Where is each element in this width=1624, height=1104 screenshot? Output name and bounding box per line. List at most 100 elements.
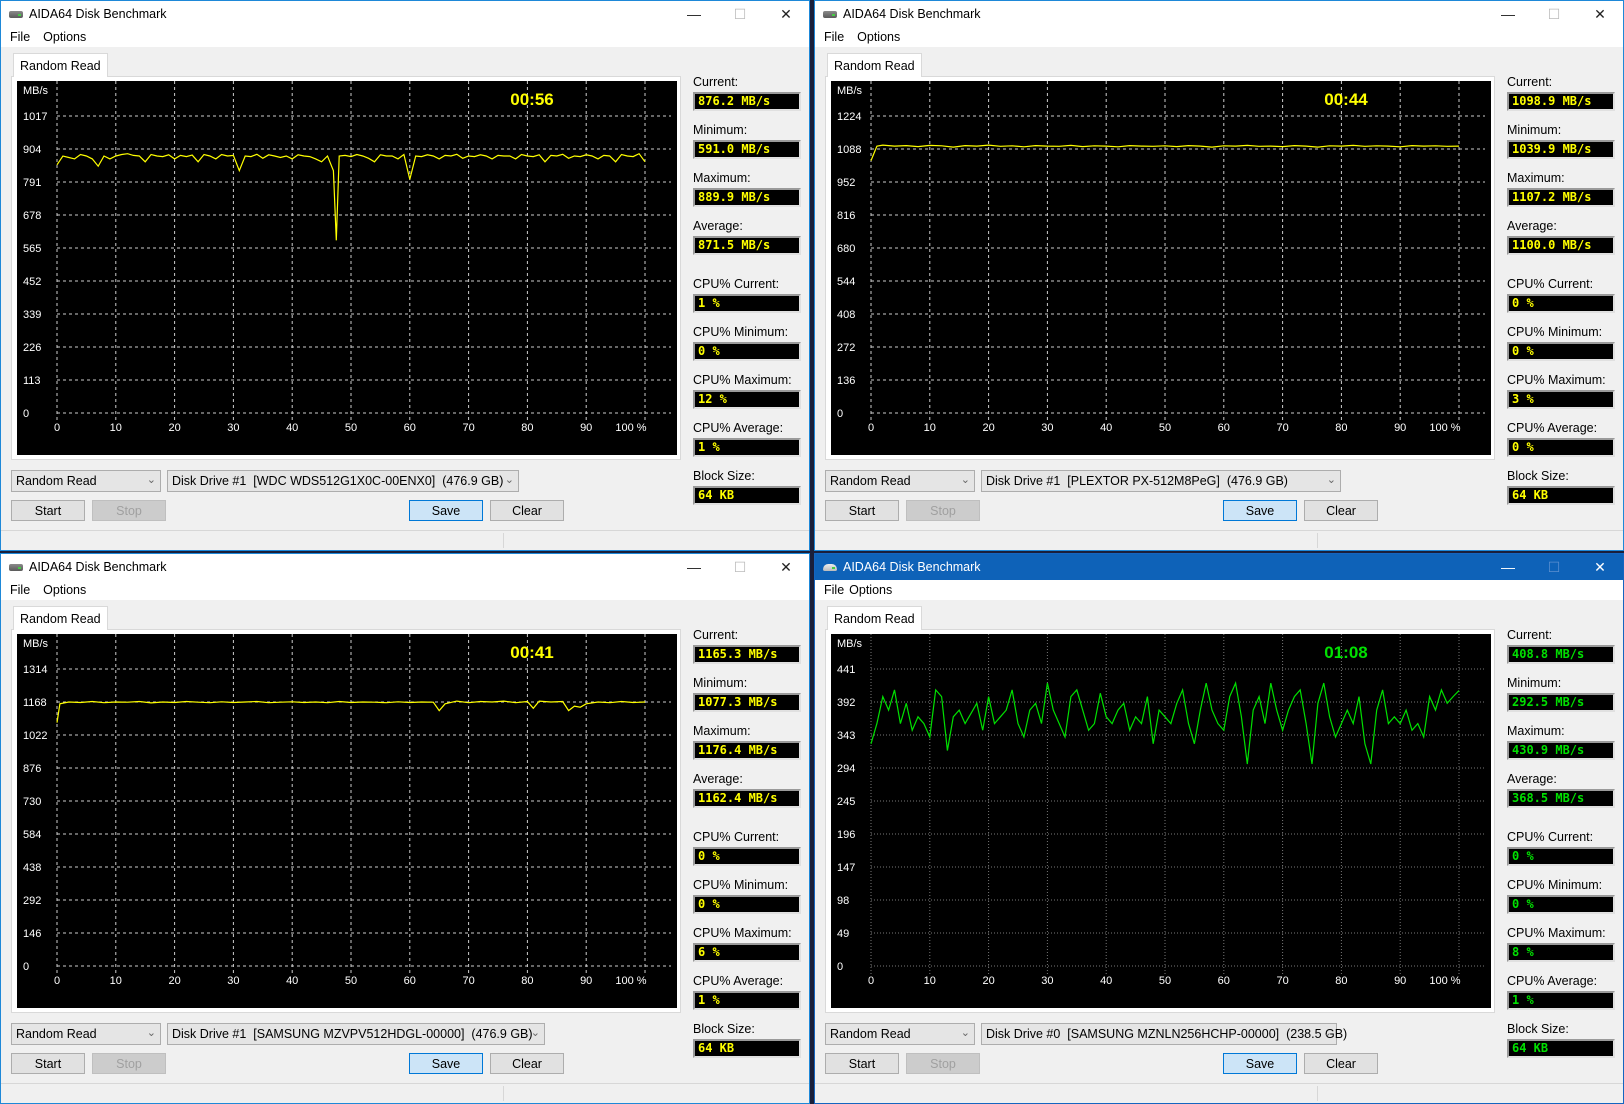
clear-button[interactable]: Clear — [490, 500, 564, 521]
graph-svg: 0 49 98 147 196 245 294 343 392 441 MB/s 0 10 20 30 40 5… — [837, 634, 1485, 987]
save-button[interactable]: Save — [409, 1053, 483, 1074]
disk-drive-icon — [823, 10, 837, 18]
graph-svg: 0 146 292 438 584 730 876 1022 1168 1314 MB/s 0 10 20… — [23, 634, 671, 987]
block-size-label: Block Size: — [1507, 1022, 1569, 1036]
maximize-button[interactable]: ☐ — [1531, 554, 1577, 580]
title-bar[interactable]: AIDA64 Disk Benchmark — ☐ ✕ — [815, 554, 1623, 580]
drive-select[interactable]: Disk Drive #1 [SAMSUNG MZVPV512HDGL-0000… — [167, 1023, 545, 1045]
stop-button[interactable]: Stop — [92, 500, 166, 521]
current-value: 408.8 MB/s — [1507, 645, 1615, 664]
clear-button[interactable]: Clear — [1304, 1053, 1378, 1074]
tab-random-read[interactable]: Random Read — [13, 53, 108, 77]
block-size-label: Block Size: — [693, 1022, 755, 1036]
maximum-value: 889.9 MB/s — [693, 188, 801, 207]
y-tick-label: 113 — [23, 375, 41, 387]
minimum-value: 292.5 MB/s — [1507, 693, 1615, 712]
minimum-label: Minimum: — [1507, 123, 1562, 137]
maximize-button[interactable]: ☐ — [1531, 1, 1577, 27]
y-tick-label: 136 — [837, 375, 855, 387]
menu-file[interactable]: File — [10, 30, 30, 44]
close-button[interactable]: ✕ — [1577, 554, 1623, 580]
window-title: AIDA64 Disk Benchmark — [843, 560, 981, 574]
start-button[interactable]: Start — [825, 1053, 899, 1074]
x-tick-label: 70 — [462, 975, 474, 987]
cpu-average-value: 0 % — [1507, 438, 1615, 457]
start-button[interactable]: Start — [11, 500, 85, 521]
benchmark-window-2: AIDA64 Disk Benchmark — ☐ ✕ File Options… — [814, 0, 1624, 551]
drive-select[interactable]: Disk Drive #1 [PLEXTOR PX-512M8PeG] (476… — [981, 470, 1341, 492]
elapsed-timer: 00:44 — [1324, 90, 1368, 109]
block-size-value: 64 KB — [1507, 486, 1615, 505]
start-button[interactable]: Start — [825, 500, 899, 521]
minimize-button[interactable]: — — [1485, 554, 1531, 580]
y-tick-label: 438 — [23, 862, 41, 874]
stop-button[interactable]: Stop — [906, 1053, 980, 1074]
cpu-minimum-value: 0 % — [693, 895, 801, 914]
title-bar[interactable]: AIDA64 Disk Benchmark — ☐ ✕ — [1, 554, 809, 580]
graph-svg: 0 136 272 408 544 680 816 952 1088 1224 MB/s 0 10 20 3… — [837, 81, 1485, 434]
y-tick-label: 565 — [23, 243, 41, 255]
x-tick-label: 10 — [924, 975, 936, 987]
x-tick-label: 100 % — [1429, 975, 1460, 987]
menu-options[interactable]: Options — [43, 583, 86, 597]
save-button[interactable]: Save — [1223, 1053, 1297, 1074]
menu-file[interactable]: File — [824, 583, 844, 597]
status-bar — [815, 530, 1623, 550]
x-tick-label: 50 — [1159, 422, 1171, 434]
clear-button[interactable]: Clear — [490, 1053, 564, 1074]
minimize-button[interactable]: — — [671, 554, 717, 580]
clear-button[interactable]: Clear — [1304, 500, 1378, 521]
average-label: Average: — [1507, 772, 1557, 786]
chevron-down-icon: ⌄ — [504, 474, 514, 486]
close-button[interactable]: ✕ — [763, 554, 809, 580]
menu-options[interactable]: Options — [857, 30, 900, 44]
menu-file[interactable]: File — [824, 30, 844, 44]
cpu-minimum-label: CPU% Minimum: — [693, 878, 789, 892]
cpu-current-label: CPU% Current: — [693, 830, 780, 844]
test-type-value: Random Read — [16, 474, 97, 488]
test-type-select[interactable]: Random Read ⌄ — [825, 470, 975, 492]
drive-value: Disk Drive #0 [SAMSUNG MZNLN256HCHP-0000… — [986, 1027, 1348, 1041]
stop-button[interactable]: Stop — [906, 500, 980, 521]
cpu-average-value: 1 % — [693, 438, 801, 457]
cpu-maximum-label: CPU% Maximum: — [693, 373, 792, 387]
y-tick-label: 904 — [23, 144, 41, 156]
current-value: 1165.3 MB/s — [693, 645, 801, 664]
title-bar[interactable]: AIDA64 Disk Benchmark — ☐ ✕ — [1, 1, 809, 27]
tab-random-read[interactable]: Random Read — [827, 606, 922, 630]
minimize-button[interactable]: — — [1485, 1, 1531, 27]
close-button[interactable]: ✕ — [763, 1, 809, 27]
x-tick-label: 40 — [286, 975, 298, 987]
minimum-value: 591.0 MB/s — [693, 140, 801, 159]
start-button[interactable]: Start — [11, 1053, 85, 1074]
save-button[interactable]: Save — [409, 500, 483, 521]
minimize-button[interactable]: — — [671, 1, 717, 27]
cpu-maximum-label: CPU% Maximum: — [1507, 373, 1606, 387]
tab-random-read[interactable]: Random Read — [827, 53, 922, 77]
tab-random-read[interactable]: Random Read — [13, 606, 108, 630]
close-button[interactable]: ✕ — [1577, 1, 1623, 27]
chevron-down-icon: ⌄ — [146, 1027, 156, 1039]
stop-button[interactable]: Stop — [92, 1053, 166, 1074]
save-button[interactable]: Save — [1223, 500, 1297, 521]
status-separator — [503, 1086, 504, 1101]
x-tick-label: 0 — [868, 975, 874, 987]
chevron-down-icon: ⌄ — [146, 474, 156, 486]
x-tick-label: 90 — [1394, 975, 1406, 987]
test-type-select[interactable]: Random Read ⌄ — [825, 1023, 975, 1045]
drive-select[interactable]: Disk Drive #0 [SAMSUNG MZNLN256HCHP-0000… — [981, 1023, 1347, 1045]
menu-file[interactable]: File — [10, 583, 30, 597]
window-title: AIDA64 Disk Benchmark — [29, 560, 167, 574]
y-tick-label: 339 — [23, 309, 41, 321]
cpu-minimum-label: CPU% Minimum: — [1507, 878, 1603, 892]
test-type-select[interactable]: Random Read ⌄ — [11, 470, 161, 492]
maximize-button[interactable]: ☐ — [717, 554, 763, 580]
menu-options[interactable]: Options — [43, 30, 86, 44]
drive-select[interactable]: Disk Drive #1 [WDC WDS512G1X0C-00ENX0] (… — [167, 470, 519, 492]
cpu-average-label: CPU% Average: — [1507, 974, 1598, 988]
title-bar[interactable]: AIDA64 Disk Benchmark — ☐ ✕ — [815, 1, 1623, 27]
test-type-select[interactable]: Random Read ⌄ — [11, 1023, 161, 1045]
menu-options[interactable]: Options — [849, 583, 892, 597]
maximize-button[interactable]: ☐ — [717, 1, 763, 27]
minimum-label: Minimum: — [693, 123, 748, 137]
